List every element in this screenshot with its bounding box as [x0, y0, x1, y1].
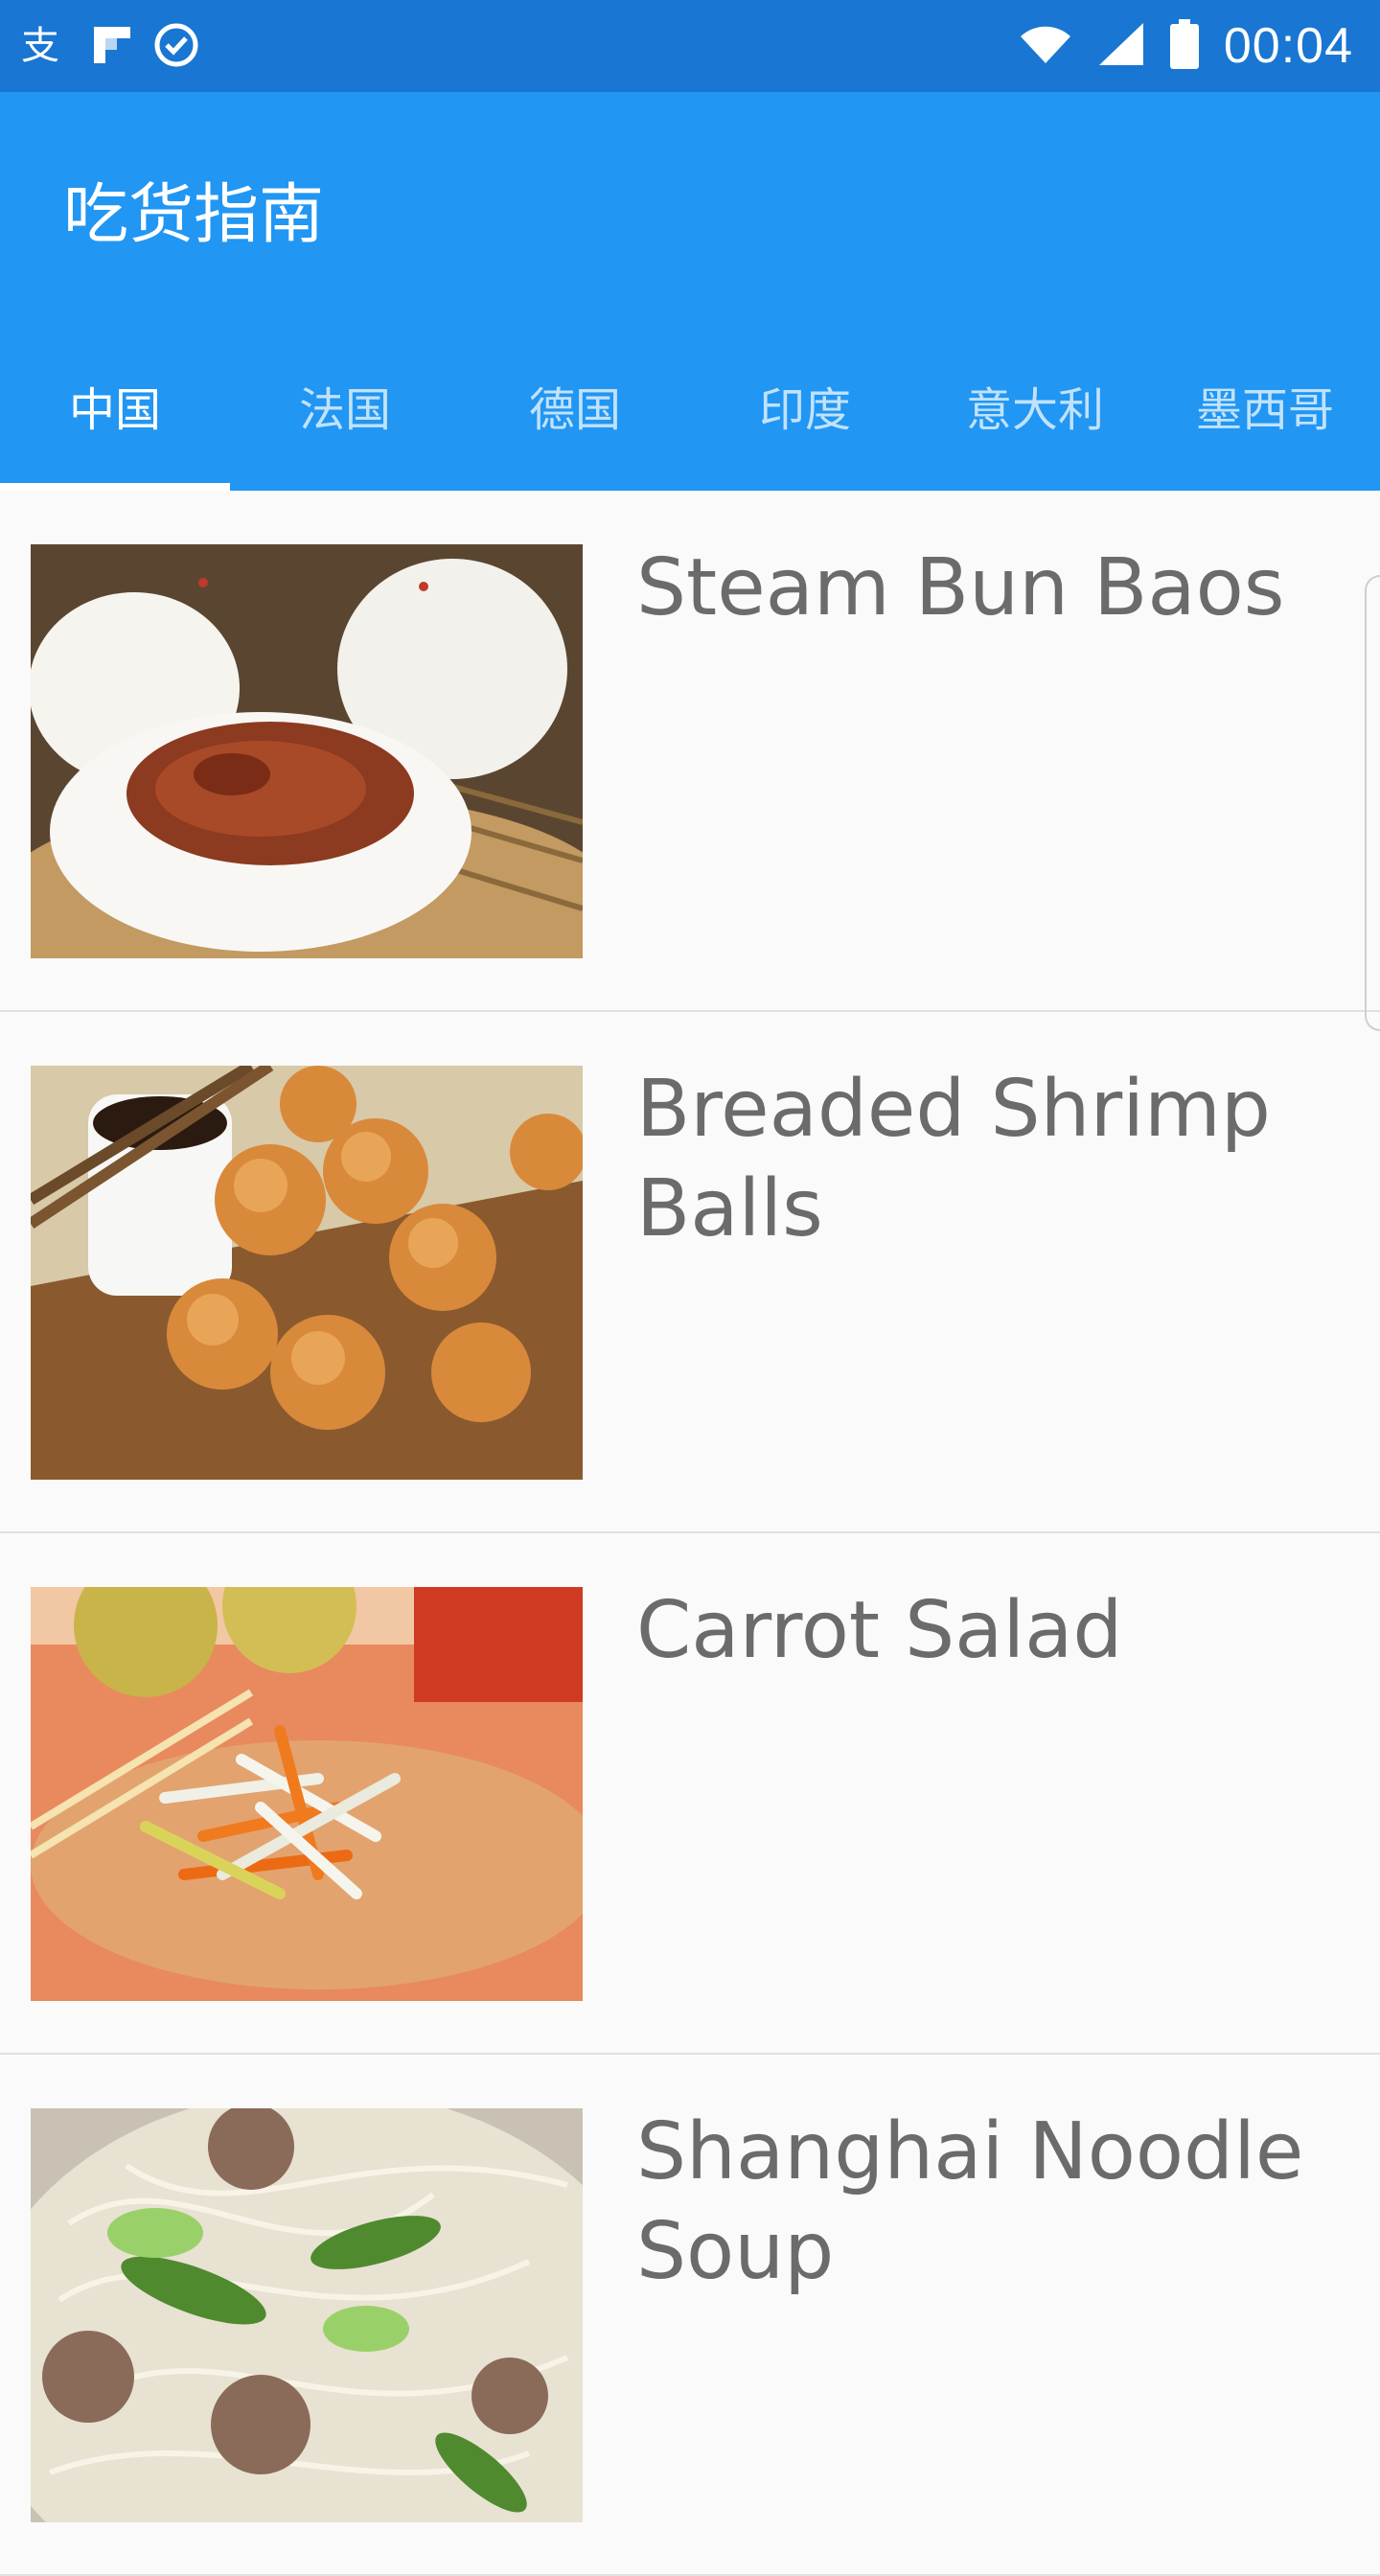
alipay-icon: 支	[21, 22, 71, 72]
tab-germany[interactable]: 德国	[460, 322, 690, 491]
app-title: 吃货指南	[63, 177, 325, 253]
tab-italy[interactable]: 意大利	[920, 322, 1150, 491]
tab-label: 法国	[298, 383, 391, 437]
breaded-shrimp-balls-photo	[31, 1066, 583, 1480]
dish-title: Breaded Shrimp Balls	[636, 1064, 1271, 1254]
list-item[interactable]: Carrot Salad	[0, 1533, 1380, 2055]
shanghai-noodle-soup-photo	[31, 2108, 583, 2522]
tab-france[interactable]: 法国	[230, 322, 460, 491]
tab-label: 墨西哥	[1195, 383, 1334, 437]
app-bar: 吃货指南 中国 法国 德国 印度 意大利 墨西哥	[0, 92, 1380, 491]
status-time: 00:04	[1223, 18, 1353, 74]
flipboard-icon	[92, 25, 132, 69]
dish-title: Steam Bun Baos	[636, 542, 1285, 633]
tab-label: 中国	[68, 383, 161, 437]
dish-title: Carrot Salad	[636, 1585, 1123, 1676]
carrot-salad-photo	[31, 1587, 583, 2001]
tab-label: 印度	[758, 383, 851, 437]
check-circle-icon	[153, 22, 199, 72]
svg-text:支: 支	[21, 24, 59, 64]
wifi-icon	[1019, 23, 1072, 69]
list-item[interactable]: Breaded Shrimp Balls	[0, 1012, 1380, 1533]
battery-icon	[1169, 19, 1199, 73]
tab-india[interactable]: 印度	[690, 322, 920, 491]
tab-mexico[interactable]: 墨西哥	[1150, 322, 1380, 491]
dish-list: Steam Bun Baos Breaded Shrimp Balls Carr…	[0, 491, 1380, 2576]
list-item[interactable]: Steam Bun Baos	[0, 491, 1380, 1012]
tab-indicator	[0, 483, 230, 491]
status-bar: 支 00:04	[0, 0, 1380, 92]
cell-signal-icon	[1097, 21, 1145, 71]
edge-panel-handle[interactable]	[1365, 575, 1380, 1031]
dish-title: Shanghai Noodle Soup	[636, 2106, 1304, 2297]
country-tabs: 中国 法国 德国 印度 意大利 墨西哥	[0, 322, 1380, 491]
tab-label: 意大利	[965, 383, 1104, 437]
tab-label: 德国	[528, 383, 621, 437]
steam-bun-baos-photo	[31, 544, 583, 958]
tab-china[interactable]: 中国	[0, 322, 230, 491]
list-item[interactable]: Shanghai Noodle Soup	[0, 2055, 1380, 2576]
